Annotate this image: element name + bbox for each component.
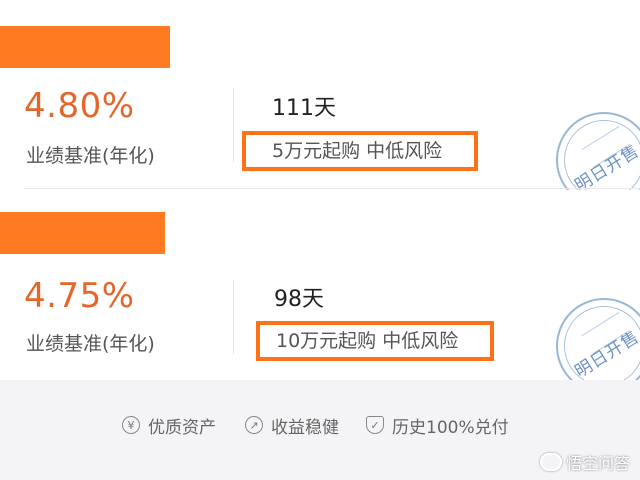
- feature-quality-assets: ¥ 优质资产: [122, 414, 216, 438]
- divider: [233, 88, 234, 162]
- watermark: 悟空问答: [539, 450, 630, 474]
- feature-stable-returns: ↗ 收益稳健: [245, 414, 339, 438]
- annual-rate: 4.75%: [24, 276, 135, 316]
- product-term: 111天: [272, 96, 336, 121]
- product-term: 98天: [274, 287, 324, 312]
- feature-label: 优质资产: [148, 417, 216, 438]
- rate-label: 业绩基准(年化): [26, 333, 155, 355]
- yen-icon: ¥: [122, 416, 140, 434]
- card-separator: [24, 188, 640, 189]
- chat-bubble-icon: [539, 453, 562, 471]
- product-card[interactable]: 4.80% 业绩基准(年化) 111天 5万元起购 中低风险 明日开售: [0, 0, 640, 208]
- shield-icon: ✓: [366, 416, 384, 434]
- annual-rate: 4.80%: [24, 86, 135, 126]
- product-title-bar: [0, 26, 170, 68]
- feature-payment-history: ✓ 历史100%兑付: [366, 414, 509, 438]
- divider: [233, 280, 234, 354]
- feature-label: 收益稳健: [271, 417, 339, 438]
- purchase-risk-tag: 5万元起购 中低风险: [242, 131, 478, 171]
- feature-label: 历史100%兑付: [392, 417, 509, 438]
- purchase-risk-tag: 10万元起购 中低风险: [256, 321, 494, 361]
- product-card[interactable]: 4.75% 业绩基准(年化) 98天 10万元起购 中低风险 明日开售: [0, 190, 640, 394]
- trend-icon: ↗: [245, 416, 263, 434]
- rate-label: 业绩基准(年化): [26, 145, 155, 167]
- watermark-text: 悟空问答: [565, 454, 630, 473]
- product-title-bar: [0, 212, 165, 254]
